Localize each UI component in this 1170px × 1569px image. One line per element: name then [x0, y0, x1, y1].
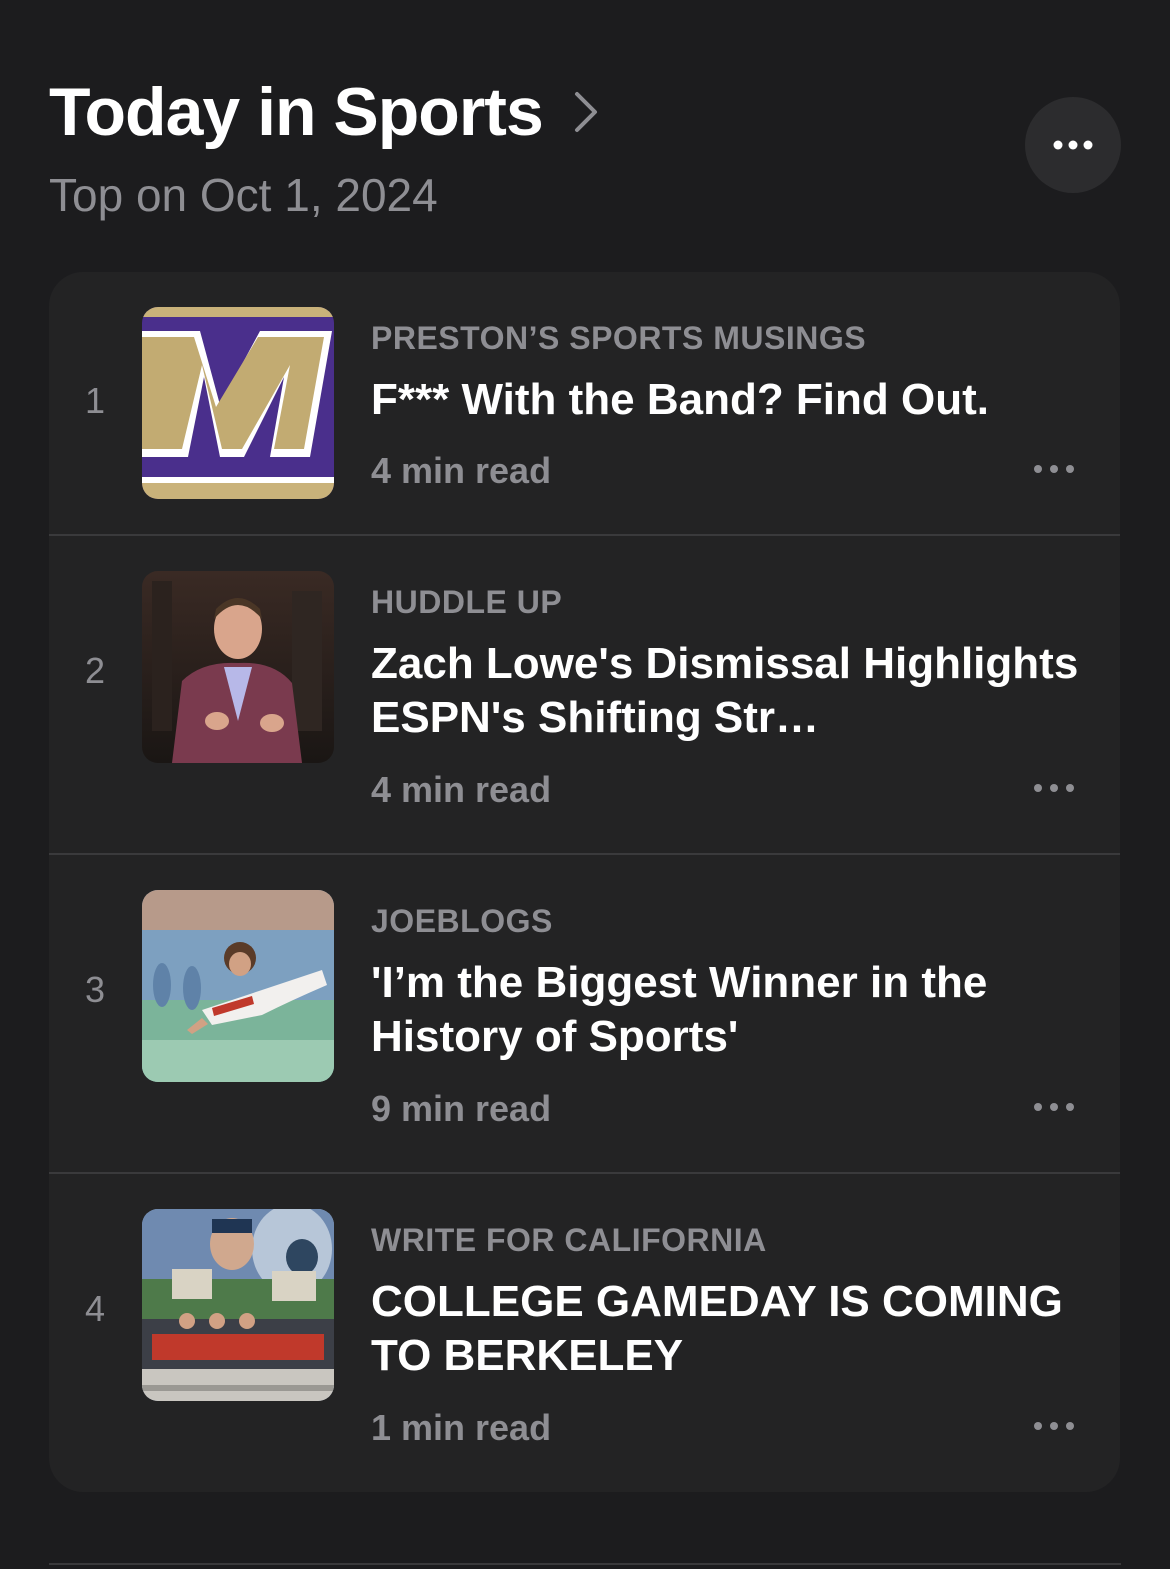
article-read-time: 4 min read	[371, 450, 552, 491]
article-more-button[interactable]	[1034, 781, 1074, 795]
article-row-4[interactable]: 4 WRITE FOR CALIFORNIA COLLEGE GAMEDAY I…	[49, 1174, 1120, 1492]
today-in-sports-widget: Today in Sports Top on Oct 1, 2024 1 PRE…	[0, 0, 1170, 1569]
article-row-2[interactable]: 2 HUDDLE UP Zach Lowe's Dismissal Highli…	[49, 536, 1120, 855]
article-headline: COLLEGE GAMEDAY IS COMING TO BERKELEY	[371, 1277, 1063, 1380]
article-read-time: 1 min read	[371, 1407, 552, 1448]
article-source: JOEBLOGS	[371, 903, 553, 939]
chevron-right-icon	[573, 90, 599, 134]
section-title: Today in Sports	[49, 74, 544, 150]
article-list: 1 PRESTON’S SPORTS MUSINGS F*** With the…	[49, 272, 1120, 1492]
article-headline: F*** With the Band? Find Out.	[371, 375, 989, 424]
article-headline: Zach Lowe's Dismissal Highlights ESPN's …	[371, 639, 1079, 742]
section-more-button[interactable]	[1025, 97, 1121, 193]
article-rank: 1	[84, 380, 106, 421]
ellipsis-icon	[1034, 1103, 1042, 1111]
baseball-player-sliding-photo-icon	[142, 890, 334, 1082]
article-read-time: 9 min read	[371, 1088, 552, 1129]
article-more-button[interactable]	[1034, 462, 1074, 476]
article-source: HUDDLE UP	[371, 584, 563, 620]
article-source: PRESTON’S SPORTS MUSINGS	[371, 320, 867, 356]
ellipsis-icon	[1053, 140, 1093, 150]
article-headline: 'I’m the Biggest Winner in the History o…	[371, 958, 988, 1061]
article-row-3[interactable]: 3 JOEBLOGS 'I’m the Biggest Winner in th…	[49, 855, 1120, 1174]
article-read-time: 4 min read	[371, 769, 552, 810]
ellipsis-icon	[1034, 465, 1042, 473]
article-more-button[interactable]	[1034, 1100, 1074, 1114]
college-gameday-collage-photo-icon	[142, 1209, 334, 1401]
article-rank: 4	[84, 1288, 106, 1329]
article-source: WRITE FOR CALIFORNIA	[371, 1222, 767, 1258]
article-more-button[interactable]	[1034, 1419, 1074, 1433]
article-rank: 3	[84, 969, 106, 1010]
section-header: Today in Sports Top on Oct 1, 2024	[49, 72, 1121, 232]
ellipsis-icon	[1034, 784, 1042, 792]
article-row-1[interactable]: 1 PRESTON’S SPORTS MUSINGS F*** With the…	[49, 272, 1120, 536]
section-title-link[interactable]: Today in Sports	[49, 72, 1121, 152]
section-subtitle: Top on Oct 1, 2024	[49, 169, 438, 221]
man-in-plaid-suit-photo-icon	[142, 571, 334, 763]
section-divider	[49, 1563, 1121, 1565]
article-rank: 2	[84, 650, 106, 691]
purple-gold-m-logo-icon	[142, 307, 334, 499]
ellipsis-icon	[1034, 1422, 1042, 1430]
